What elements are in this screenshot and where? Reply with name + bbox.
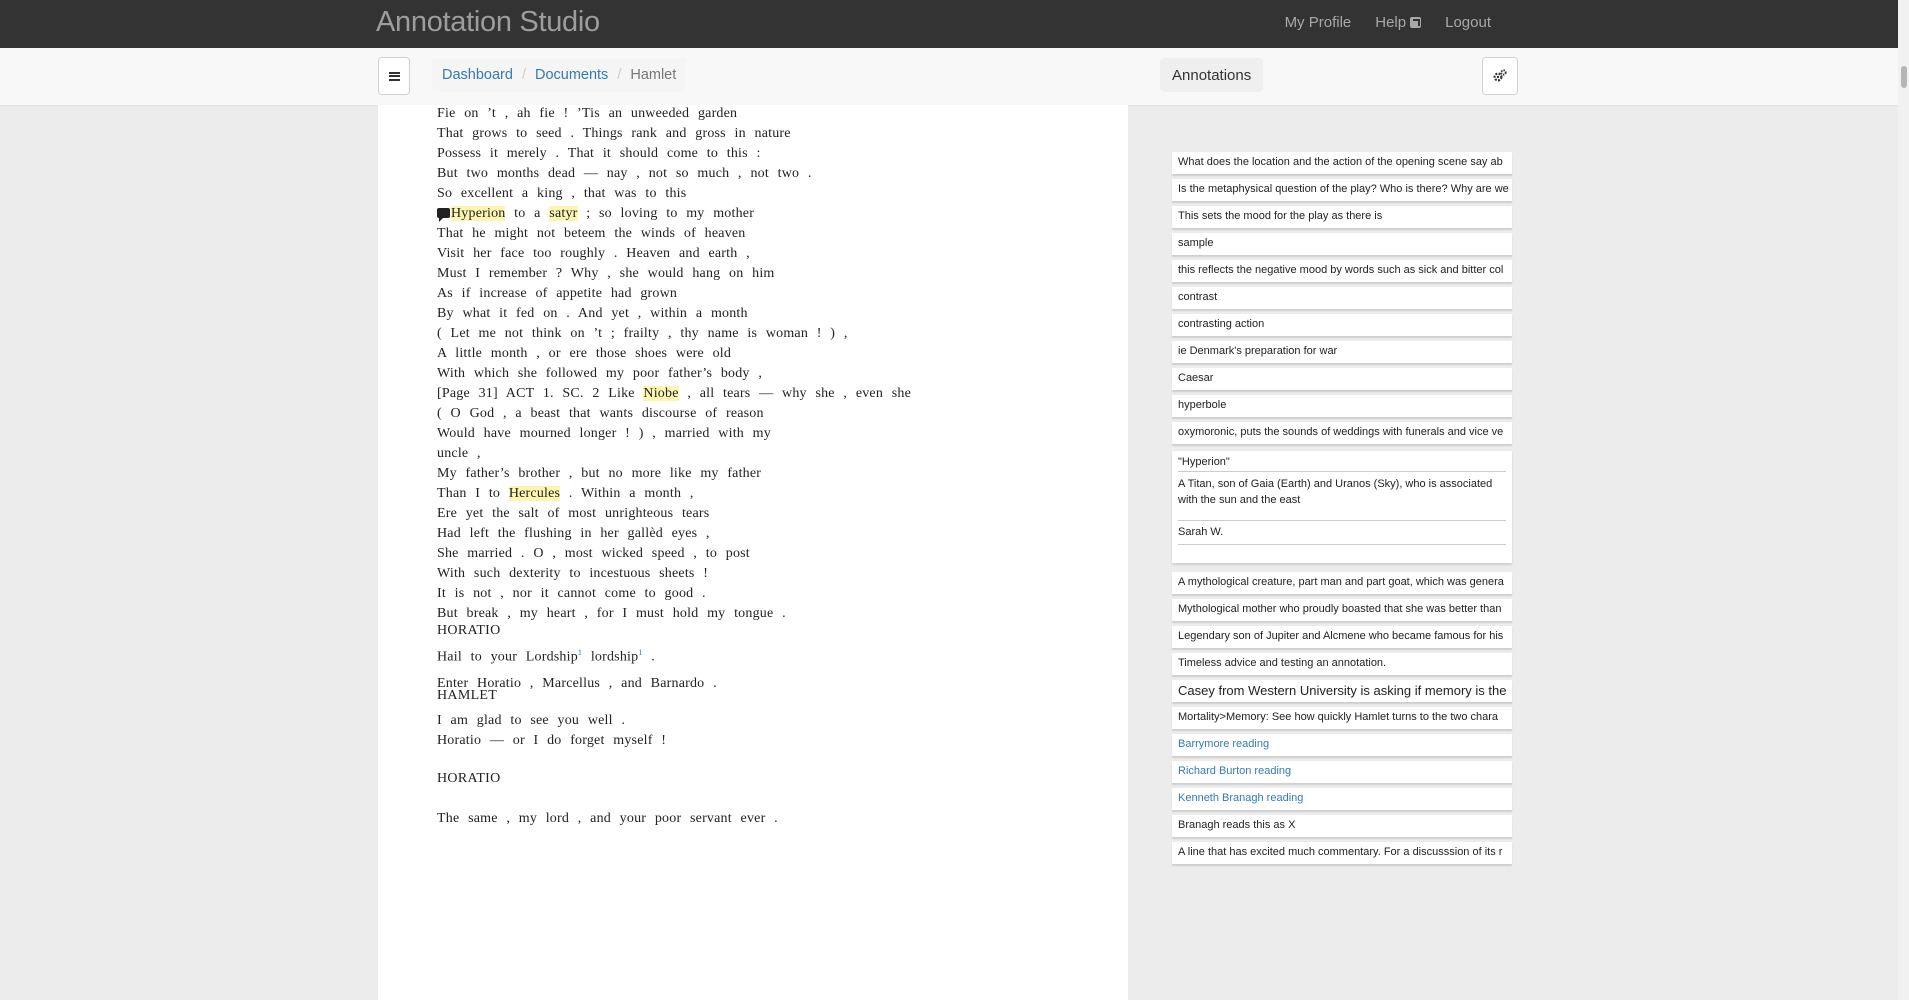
text-line: Ere yet the salt of most unrighteous tea… [437,506,710,521]
text-line: It is not , nor it cannot come to good . [437,586,706,601]
logout-link[interactable]: Logout [1445,14,1491,31]
settings-button[interactable] [1482,57,1518,95]
annotation-quote: "Hyperion" [1178,456,1506,472]
document-text: HORATIO Hail to your Lordship1 lordship1… [378,105,1128,1000]
annotation-item[interactable]: Casey from Western University is asking … [1172,680,1512,702]
annotation-item[interactable]: Legendary son of Jupiter and Alcmene who… [1172,626,1512,648]
annotation-item[interactable]: hyperbole [1172,395,1512,417]
speech-line: Horatio — or I do forget myself ! [437,733,667,748]
speech-line: The same , my lord , and your poor serva… [437,811,778,826]
text-line: My father’s brother , but no more like m… [437,466,762,481]
text-line: Than I to Hercules . Within a month , [437,486,694,501]
speech-line: Hail to your Lordship1 lordship1 . [437,648,655,666]
scrollbar-thumb[interactable] [1901,66,1907,88]
annotation-body: A Titan, son of Gaia (Earth) and Uranos … [1178,478,1493,506]
speaker-heading: HORATIO [437,623,501,638]
annotation-item[interactable]: What does the location and the action of… [1172,152,1512,174]
annotation-item[interactable]: This sets the mood for the play as there… [1172,206,1512,228]
annotation-item[interactable]: A mythological creature, part man and pa… [1172,572,1512,594]
text-line: Had left the flushing in her gallèd eyes… [437,526,710,541]
comment-icon[interactable] [437,208,450,222]
help-link[interactable]: Help [1375,14,1422,31]
text-line: ( Let me not think on ’t ; frailty , thy… [437,326,848,341]
sub-toolbar: Dashboard / Documents / Hamlet Annotatio… [0,48,1898,106]
breadcrumb-dashboard[interactable]: Dashboard [442,67,513,83]
annotation-item[interactable]: Timeless advice and testing an annotatio… [1172,653,1512,675]
text-line: That he might not beteem the winds of he… [437,226,746,241]
annotation-item[interactable]: A line that has excited much commentary.… [1172,842,1512,864]
highlighted-annotation[interactable]: Hyperion [451,206,506,221]
breadcrumb: Dashboard / Documents / Hamlet [432,58,687,92]
annotation-item[interactable]: Kenneth Branagh reading [1172,788,1512,810]
breadcrumb-documents[interactable]: Documents [535,67,608,83]
text-line: With such dexterity to incestuous sheets… [437,566,709,581]
text-line: But break , my heart , for I must hold m… [437,606,786,621]
text-line: So excellent a king , that was to this [437,186,687,201]
annotation-item[interactable]: contrast [1172,287,1512,309]
menu-toggle-button[interactable] [378,57,410,95]
annotation-item[interactable]: oxymoronic, puts the sounds of weddings … [1172,422,1512,444]
annotation-author: Sarah W. [1178,526,1506,545]
speech-line: I am glad to see you well . [437,713,626,728]
annotation-item[interactable]: Barrymore reading [1172,734,1512,756]
highlighted-annotation[interactable]: satyr [549,206,578,221]
text-line: Visit her face too roughly . Heaven and … [437,246,750,261]
annotation-item[interactable]: Richard Burton reading [1172,761,1512,783]
annotation-item[interactable]: Mortality>Memory: See how quickly Hamlet… [1172,707,1512,729]
annotation-item[interactable]: Caesar [1172,368,1512,390]
text-line: ( O God , a beast that wants discourse o… [437,406,764,421]
help-link-label: Help [1375,14,1407,31]
annotation-item[interactable]: Is the metaphysical question of the play… [1172,179,1512,201]
external-link-icon [1410,17,1422,28]
text-line: By what it fed on . And yet , within a m… [437,306,748,321]
text-line: uncle , [437,446,481,461]
text-line: Hyperion to a satyr ; so loving to my mo… [437,206,754,222]
breadcrumb-current: Hamlet [630,67,677,83]
gears-icon [1493,69,1507,82]
brand-logo[interactable]: Annotation Studio [376,6,600,39]
text-line: That grows to seed . Things rank and gro… [437,126,791,141]
text-line: A little month , or ere those shoes were… [437,346,732,361]
highlighted-annotation[interactable]: Niobe [643,386,679,401]
speech-text: . [642,649,655,665]
top-navbar: Annotation Studio My Profile Help Logout [0,0,1898,48]
breadcrumb-separator: / [521,67,526,83]
speech-text: lordship [582,649,639,665]
speech-text: Hail to your Lordship [437,649,578,665]
breadcrumb-separator: / [617,67,622,83]
hamburger-icon [388,71,400,81]
text-line: Must I remember ? Why , she would hang o… [437,266,775,281]
text-line: Enter Horatio , Marcellus , and Barnardo… [437,676,717,691]
my-profile-link[interactable]: My Profile [1285,14,1352,31]
expanded-annotation[interactable]: "Hyperion" A Titan, son of Gaia (Earth) … [1172,451,1512,563]
nav-links: My Profile Help Logout [1285,14,1491,31]
annotation-item[interactable]: contrasting action [1172,314,1512,336]
text-line: With which she followed my poor father’s… [437,366,763,381]
speaker-heading: HORATIO [437,771,501,786]
text-line: She married . O , most wicked speed , to… [437,546,750,561]
text-line: [Page 31] ACT 1. SC. 2 Like Niobe , all … [437,386,912,401]
annotation-item[interactable]: Mythological mother who proudly boasted … [1172,599,1512,621]
text-line: Possess it merely . That it should come … [437,146,761,161]
annotation-item[interactable]: this reflects the negative mood by words… [1172,260,1512,282]
annotations-panel-title: Annotations [1160,58,1264,92]
text-line: But two months dead — nay , not so much … [437,166,812,181]
highlighted-annotation[interactable]: Hercules [508,486,561,501]
annotation-item[interactable]: sample [1172,233,1512,255]
text-line: Would have mourned longer ! ) , married … [437,426,771,441]
annotation-item[interactable]: ie Denmark's preparation for war [1172,341,1512,363]
page-scrollbar[interactable] [1898,0,1909,1000]
text-line: Fie on ’t , ah fie ! ’Tis an unweeded ga… [437,106,738,121]
text-line: As if increase of appetite had grown [437,286,678,301]
annotation-item[interactable]: Branagh reads this as X [1172,815,1512,837]
